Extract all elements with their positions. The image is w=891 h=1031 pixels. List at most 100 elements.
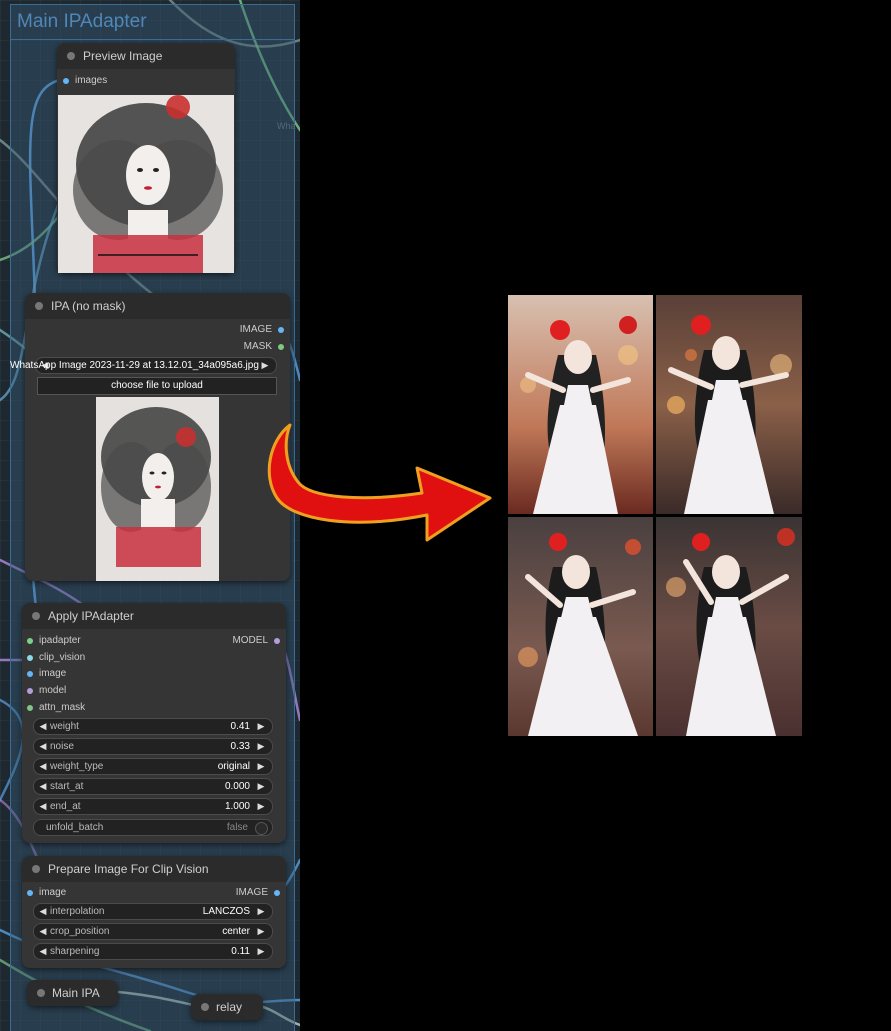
collapse-dot-icon[interactable]: [37, 989, 45, 997]
slot-label: image: [39, 668, 67, 679]
widget-value: original: [217, 761, 250, 772]
widget-value: center: [222, 926, 250, 937]
generated-image-2: [656, 295, 802, 514]
node-prepare-image-clip-vision[interactable]: Prepare Image For Clip Vision image IMAG…: [22, 856, 286, 968]
group-title[interactable]: Main IPAdapter: [17, 11, 147, 33]
input-slot-model[interactable]: model: [25, 684, 66, 698]
slot-dot-icon: [27, 705, 33, 711]
widget-value: 1.000: [224, 801, 250, 812]
arrow-right-icon[interactable]: ▶: [254, 924, 268, 939]
slot-label: images: [75, 75, 108, 86]
widget-value: LANCZOS: [202, 906, 250, 917]
arrow-right-icon[interactable]: ▶: [254, 779, 268, 794]
weight-slider[interactable]: ◀ weight 0.41 ▶: [33, 718, 273, 735]
preview-image: [58, 95, 234, 273]
slot-label: MASK: [243, 341, 272, 352]
end-at-slider[interactable]: ◀ end_at 1.000 ▶: [33, 798, 273, 815]
arrow-left-icon[interactable]: ◀: [36, 799, 50, 814]
choose-file-upload-button[interactable]: choose file to upload: [37, 377, 277, 395]
arrow-left-icon[interactable]: ◀: [36, 759, 50, 774]
node-title-label: Prepare Image For Clip Vision: [48, 862, 209, 876]
crop-position-combo[interactable]: ◀ crop_position center ▶: [33, 923, 273, 940]
slot-label: image: [39, 887, 67, 898]
weight-type-combo[interactable]: ◀ weight_type original ▶: [33, 758, 273, 775]
slot-label: IMAGE: [235, 887, 268, 898]
output-slot-mask[interactable]: MASK: [244, 340, 286, 354]
output-slot-model[interactable]: MODEL: [232, 634, 282, 648]
widget-label: start_at: [50, 781, 84, 792]
input-slot-ipadapter[interactable]: ipadapter: [25, 634, 81, 648]
node-apply-ipadapter[interactable]: Apply IPAdapter ipadapter clip_vision im…: [22, 603, 286, 843]
slot-dot-icon: [27, 638, 33, 644]
node-title[interactable]: Main IPA: [27, 980, 118, 1006]
slot-label: clip_vision: [39, 652, 86, 663]
arrow-right-icon[interactable]: ▶: [254, 944, 268, 959]
collapse-dot-icon[interactable]: [32, 865, 40, 873]
widget-label: interpolation: [50, 906, 105, 917]
node-relay-collapsed[interactable]: relay: [191, 994, 263, 1020]
node-title[interactable]: Prepare Image For Clip Vision: [22, 856, 286, 882]
node-title-label: Main IPA: [52, 986, 100, 1000]
arrow-left-icon[interactable]: ◀: [36, 944, 50, 959]
node-ipa-no-mask[interactable]: IPA (no mask) IMAGE MASK ◀ WhatsApp Imag…: [10, 293, 290, 581]
widget-value: 0.11: [231, 946, 250, 957]
node-title[interactable]: Apply IPAdapter: [22, 603, 286, 629]
node-preview-image[interactable]: Preview Image images: [57, 43, 235, 273]
input-slot-images[interactable]: images: [61, 74, 107, 88]
input-slot-attn-mask[interactable]: attn_mask: [25, 701, 85, 715]
widget-label: end_at: [50, 801, 81, 812]
output-slot-image[interactable]: IMAGE: [236, 886, 282, 900]
widget-label: unfold_batch: [46, 822, 104, 833]
node-title-label: Preview Image: [83, 49, 163, 63]
arrow-left-icon[interactable]: ◀: [36, 779, 50, 794]
slot-label: ipadapter: [39, 635, 81, 646]
collapse-dot-icon[interactable]: [67, 52, 75, 60]
arrow-left-icon[interactable]: ◀: [36, 719, 50, 734]
ink-portrait-image: [58, 95, 234, 273]
collapse-dot-icon[interactable]: [32, 612, 40, 620]
generated-image-3: [508, 517, 653, 736]
collapse-dot-icon[interactable]: [35, 302, 43, 310]
node-canvas[interactable]: Main IPAdapter Wha Preview Image images: [0, 0, 300, 1031]
start-at-slider[interactable]: ◀ start_at 0.000 ▶: [33, 778, 273, 795]
sharpening-slider[interactable]: ◀ sharpening 0.11 ▶: [33, 943, 273, 960]
arrow-right-icon[interactable]: ▶: [258, 358, 272, 373]
interpolation-combo[interactable]: ◀ interpolation LANCZOS ▶: [33, 903, 273, 920]
widget-label: weight_type: [50, 761, 104, 772]
arrow-right-icon[interactable]: ▶: [254, 739, 268, 754]
image-select-combo[interactable]: ◀ WhatsApp Image 2023-11-29 at 13.12.01_…: [10, 357, 277, 374]
input-slot-image[interactable]: image: [25, 667, 66, 681]
node-title-label: IPA (no mask): [51, 299, 126, 313]
widget-value: 0.41: [230, 721, 250, 732]
slot-label: IMAGE: [239, 324, 272, 335]
node-title[interactable]: Preview Image: [57, 43, 235, 69]
node-title[interactable]: relay: [191, 994, 263, 1020]
node-title[interactable]: IPA (no mask): [25, 293, 290, 319]
widget-label: weight: [50, 721, 79, 732]
curved-arrow-icon: [267, 423, 492, 542]
output-slot-image[interactable]: IMAGE: [240, 323, 286, 337]
arrow-right-icon[interactable]: ▶: [254, 904, 268, 919]
unfold-batch-toggle[interactable]: unfold_batch false: [33, 819, 273, 836]
widget-label: sharpening: [50, 946, 100, 957]
node-main-ipa-collapsed[interactable]: Main IPA: [27, 980, 118, 1006]
arrow-left-icon[interactable]: ◀: [36, 904, 50, 919]
widget-value: false: [226, 822, 248, 833]
slot-dot-icon: [63, 78, 69, 84]
arrow-right-icon[interactable]: ▶: [254, 719, 268, 734]
arrow-left-icon[interactable]: ◀: [36, 924, 50, 939]
input-slot-clip-vision[interactable]: clip_vision: [25, 651, 85, 665]
generated-image-1: [508, 295, 653, 514]
slot-label: attn_mask: [39, 702, 86, 713]
arrow-left-icon[interactable]: ◀: [36, 739, 50, 754]
faded-canvas-label: Wha: [277, 121, 296, 131]
group-title-divider: [11, 39, 294, 40]
arrow-right-icon[interactable]: ▶: [254, 759, 268, 774]
slot-dot-icon: [27, 688, 33, 694]
arrow-right-icon[interactable]: ▶: [254, 799, 268, 814]
loaded-image-preview: [96, 397, 219, 581]
noise-slider[interactable]: ◀ noise 0.33 ▶: [33, 738, 273, 755]
toggle-knob-icon[interactable]: [255, 822, 268, 835]
collapse-dot-icon[interactable]: [201, 1003, 209, 1011]
input-slot-image[interactable]: image: [25, 886, 66, 900]
